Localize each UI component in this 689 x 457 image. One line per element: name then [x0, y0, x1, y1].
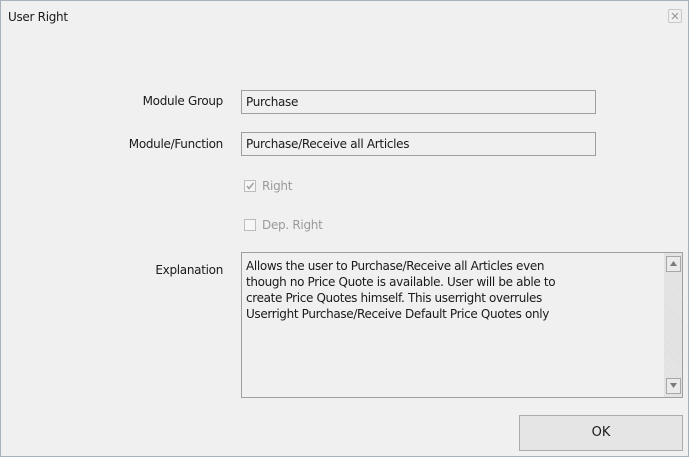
dep-right-checkbox-label: Dep. Right — [262, 218, 323, 232]
scroll-down-button[interactable] — [666, 378, 681, 394]
right-checkbox[interactable]: Right — [244, 178, 292, 194]
arrow-up-icon — [670, 261, 677, 266]
title-bar: User Right — [1, 1, 688, 31]
vertical-scrollbar[interactable] — [664, 253, 682, 397]
module-function-field[interactable]: Purchase/Receive all Articles — [241, 132, 596, 156]
explanation-line: Allows the user to Purchase/Receive all … — [246, 259, 545, 273]
module-group-label: Module Group — [142, 94, 224, 108]
user-right-dialog: User Right Module Group Purchase Module/… — [0, 0, 689, 457]
dep-right-checkbox[interactable]: Dep. Right — [244, 217, 323, 233]
checkmark-icon — [246, 182, 255, 190]
explanation-line: Userright Purchase/Receive Default Price… — [246, 307, 549, 321]
dep-right-checkbox-box[interactable] — [244, 219, 256, 231]
arrow-down-icon — [670, 383, 677, 388]
ok-button[interactable]: OK — [519, 415, 683, 451]
module-function-label: Module/Function — [128, 137, 224, 151]
explanation-memo[interactable]: Allows the user to Purchase/Receive all … — [241, 252, 683, 398]
close-icon[interactable] — [668, 9, 682, 23]
right-checkbox-label: Right — [262, 179, 293, 193]
explanation-label: Explanation — [155, 263, 223, 277]
right-checkbox-box[interactable] — [244, 180, 256, 192]
scroll-up-button[interactable] — [666, 256, 681, 272]
window-title: User Right — [8, 10, 68, 24]
module-group-field[interactable]: Purchase — [241, 90, 596, 114]
explanation-line: though no Price Quote is available. User… — [246, 275, 556, 289]
explanation-line: create Price Quotes himself. This userri… — [246, 291, 542, 305]
explanation-text: Allows the user to Purchase/Receive all … — [246, 258, 651, 322]
